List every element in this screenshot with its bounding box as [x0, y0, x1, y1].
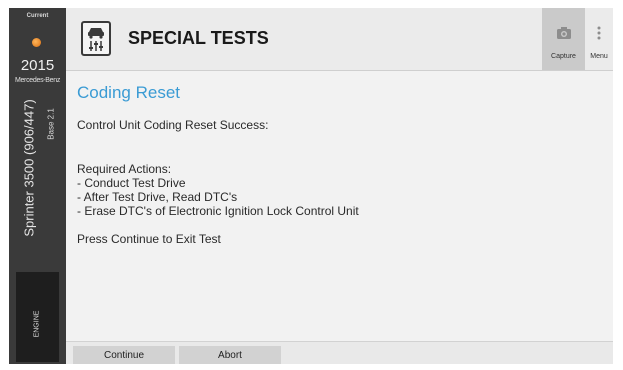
test-title: Coding Reset	[77, 83, 181, 102]
overflow-menu-icon	[597, 26, 601, 45]
menu-button[interactable]: Menu	[585, 8, 613, 70]
action-item: - Conduct Test Drive	[77, 176, 186, 190]
action-item: - After Test Drive, Read DTC's	[77, 190, 238, 204]
reset-status-text: Control Unit Coding Reset Success:	[77, 118, 269, 132]
vehicle-year: 2015	[20, 57, 55, 74]
vehicle-sidebar: Current 2015 Mercedes-Benz Sprinter 3500…	[9, 8, 66, 364]
exit-instruction: Press Continue to Exit Test	[77, 232, 221, 246]
status-label: Current	[26, 13, 49, 19]
system-tab-engine[interactable]: ENGINE	[16, 272, 59, 362]
capture-button[interactable]: Capture	[542, 8, 585, 70]
test-content-panel: Coding Reset Control Unit Coding Reset S…	[66, 71, 613, 341]
footer-bar: Continue Abort	[66, 341, 613, 364]
actions-header: Required Actions:	[77, 162, 172, 176]
device-screen: Current 2015 Mercedes-Benz Sprinter 3500…	[9, 8, 613, 364]
vehicle-model-label: Sprinter 3500 (906/447)	[21, 99, 37, 237]
capture-label: Capture	[551, 53, 576, 60]
vehicle-submodel-label: Base 2.1	[46, 108, 56, 140]
page-title: SPECIAL TESTS	[128, 28, 269, 48]
menu-label: Menu	[590, 53, 608, 60]
header-bar: SPECIAL TESTS Capture Menu	[66, 8, 613, 71]
action-item: - Erase DTC's of Electronic Ignition Loc…	[77, 204, 359, 218]
system-tab-label: ENGINE	[33, 310, 41, 338]
camera-icon	[557, 26, 571, 44]
abort-button[interactable]: Abort	[179, 346, 281, 364]
continue-button[interactable]: Continue	[73, 346, 175, 364]
status-dot-icon	[32, 38, 41, 47]
vehicle-make: Mercedes-Benz	[14, 77, 61, 84]
vehicle-settings-icon	[81, 21, 111, 56]
